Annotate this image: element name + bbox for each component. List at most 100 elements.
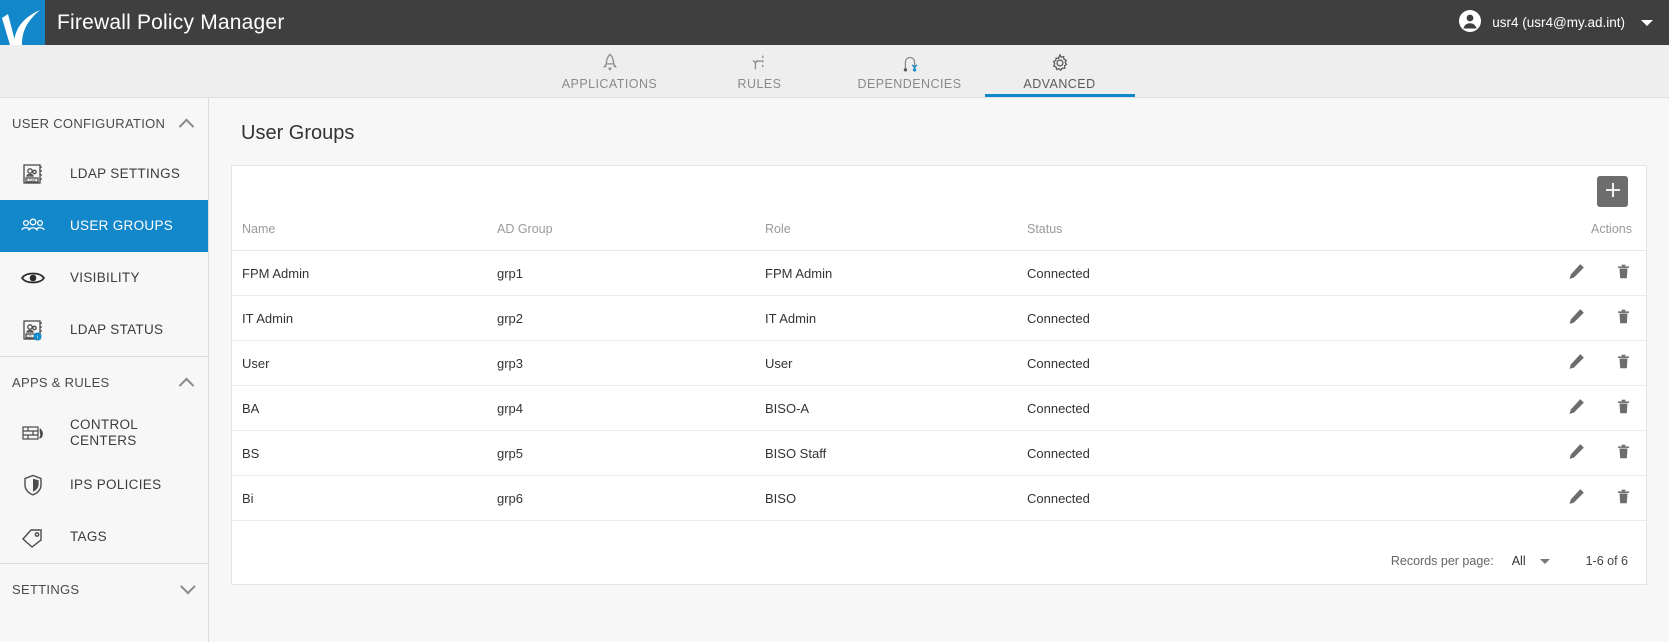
pagination-range: 1-6 of 6 (1585, 554, 1628, 568)
section-label: APPS & RULES (12, 374, 110, 390)
sidebar-item-user-groups[interactable]: USER GROUPS (0, 200, 208, 252)
column-header-actions: Actions (1516, 216, 1646, 251)
cell-name: IT Admin (232, 295, 497, 341)
sidebar: USER CONFIGURATION LDAP LDAP SETTINGS US… (0, 98, 209, 642)
tab-label: DEPENDENCIES (857, 76, 962, 91)
svg-text:LD: LD (27, 334, 32, 338)
cell-name: BA (232, 385, 497, 431)
table-header: Name AD Group Role Status Actions (232, 216, 1646, 251)
cell-ad-group: grp5 (497, 430, 765, 476)
cell-actions (1516, 475, 1646, 521)
pencil-icon[interactable] (1568, 488, 1585, 508)
page-title: Firewall Policy Manager (57, 10, 285, 34)
cell-role: IT Admin (765, 295, 1027, 341)
tab-applications[interactable]: APPLICATIONS (535, 45, 685, 97)
sidebar-item-ldap-settings[interactable]: LDAP LDAP SETTINGS (0, 148, 208, 200)
user-menu[interactable]: usr4 (usr4@my.ad.int) (1458, 9, 1669, 36)
shield-icon (18, 473, 48, 497)
trash-icon[interactable] (1615, 443, 1632, 463)
column-header-name[interactable]: Name (232, 216, 497, 251)
cell-name: BS (232, 430, 497, 476)
sidebar-item-label: CONTROL CENTERS (70, 417, 138, 448)
pencil-icon[interactable] (1568, 308, 1585, 328)
cell-actions (1516, 385, 1646, 431)
cell-ad-group: grp6 (497, 475, 765, 521)
sidebar-item-label: IPS POLICIES (70, 477, 162, 492)
column-header-ad-group[interactable]: AD Group (497, 216, 765, 251)
cell-role: FPM Admin (765, 250, 1027, 296)
sidebar-item-tags[interactable]: TAGS (0, 511, 208, 563)
tab-label: APPLICATIONS (561, 76, 658, 91)
main-tabbar: APPLICATIONS RULES DEPENDENCIES ADVANCED (0, 45, 1669, 98)
rocket-icon (599, 52, 621, 74)
tab-dependencies[interactable]: DEPENDENCIES (835, 45, 985, 97)
cell-status: Connected (1027, 475, 1516, 521)
svg-text:LDAP: LDAP (27, 178, 37, 182)
trash-icon[interactable] (1615, 488, 1632, 508)
cell-actions (1516, 295, 1646, 341)
sidebar-section-apps-and-rules[interactable]: APPS & RULES (0, 357, 208, 407)
cell-status: Connected (1027, 250, 1516, 296)
sidebar-item-visibility[interactable]: VISIBILITY (0, 252, 208, 304)
table-row[interactable]: FPM Admin grp1 FPM Admin Connected (232, 250, 1646, 296)
user-groups-table: Name AD Group Role Status Actions FPM Ad… (232, 216, 1646, 521)
main-content: User Groups Name AD Group Role Status Ac… (209, 98, 1669, 642)
sidebar-section-settings[interactable]: SETTINGS (0, 564, 208, 614)
cell-status: Connected (1027, 385, 1516, 431)
cell-ad-group: grp3 (497, 340, 765, 386)
pencil-icon[interactable] (1568, 398, 1585, 418)
tab-rules[interactable]: RULES (685, 45, 835, 97)
control-centers-icon (18, 421, 48, 445)
trash-icon[interactable] (1615, 398, 1632, 418)
sidebar-item-ldap-status[interactable]: LD i LDAP STATUS (0, 304, 208, 356)
user-account-icon (1458, 9, 1482, 36)
chevron-up-icon[interactable] (178, 118, 195, 134)
chevron-down-icon[interactable] (1641, 19, 1653, 26)
table-row[interactable]: BA grp4 BISO-A Connected (232, 385, 1646, 431)
pencil-icon[interactable] (1568, 263, 1585, 283)
cell-role: User (765, 340, 1027, 386)
user-groups-card: Name AD Group Role Status Actions FPM Ad… (231, 165, 1647, 585)
tag-icon (18, 525, 48, 549)
chevron-down-icon[interactable] (180, 578, 196, 594)
app-header: Firewall Policy Manager usr4 (usr4@my.ad… (0, 0, 1669, 45)
section-label: USER CONFIGURATION (12, 115, 166, 131)
add-user-group-button[interactable] (1597, 175, 1628, 207)
sidebar-section-user-configuration[interactable]: USER CONFIGURATION (0, 98, 208, 148)
table-row[interactable]: Bi grp6 BISO Connected (232, 475, 1646, 521)
sidebar-item-ips-policies[interactable]: IPS POLICIES (0, 459, 208, 511)
cell-role: BISO (765, 475, 1027, 521)
cell-ad-group: grp2 (497, 295, 765, 341)
pencil-icon[interactable] (1568, 443, 1585, 463)
rules-path-icon (749, 52, 771, 74)
table-row[interactable]: BS grp5 BISO Staff Connected (232, 430, 1646, 476)
cell-role: BISO Staff (765, 430, 1027, 476)
cell-ad-group: grp4 (497, 385, 765, 431)
table-row[interactable]: User grp3 User Connected (232, 340, 1646, 386)
brand-logo-icon[interactable] (0, 0, 45, 45)
cell-status: Connected (1027, 430, 1516, 476)
records-per-page-select[interactable]: All (1512, 554, 1550, 568)
caret-down-icon (1539, 558, 1550, 564)
trash-icon[interactable] (1615, 353, 1632, 373)
dependencies-arc-icon (899, 52, 921, 74)
trash-icon[interactable] (1615, 263, 1632, 283)
column-header-status[interactable]: Status (1027, 216, 1516, 251)
column-header-role[interactable]: Role (765, 216, 1027, 251)
card-toolbar (232, 166, 1646, 216)
cell-status: Connected (1027, 340, 1516, 386)
user-label: usr4 (usr4@my.ad.int) (1492, 15, 1625, 30)
sidebar-item-control-centers[interactable]: CONTROL CENTERS (0, 407, 208, 459)
trash-icon[interactable] (1615, 308, 1632, 328)
table-row[interactable]: IT Admin grp2 IT Admin Connected (232, 295, 1646, 341)
ldap-settings-icon: LDAP (18, 162, 48, 186)
cell-actions (1516, 340, 1646, 386)
chevron-up-icon[interactable] (178, 377, 195, 393)
sidebar-item-label: LDAP SETTINGS (70, 166, 181, 181)
cell-actions (1516, 430, 1646, 476)
cell-actions (1516, 250, 1646, 296)
records-per-page-value: All (1511, 554, 1526, 568)
pencil-icon[interactable] (1568, 353, 1585, 373)
records-per-page-label: Records per page: (1390, 554, 1494, 568)
tab-advanced[interactable]: ADVANCED (984, 45, 1135, 97)
